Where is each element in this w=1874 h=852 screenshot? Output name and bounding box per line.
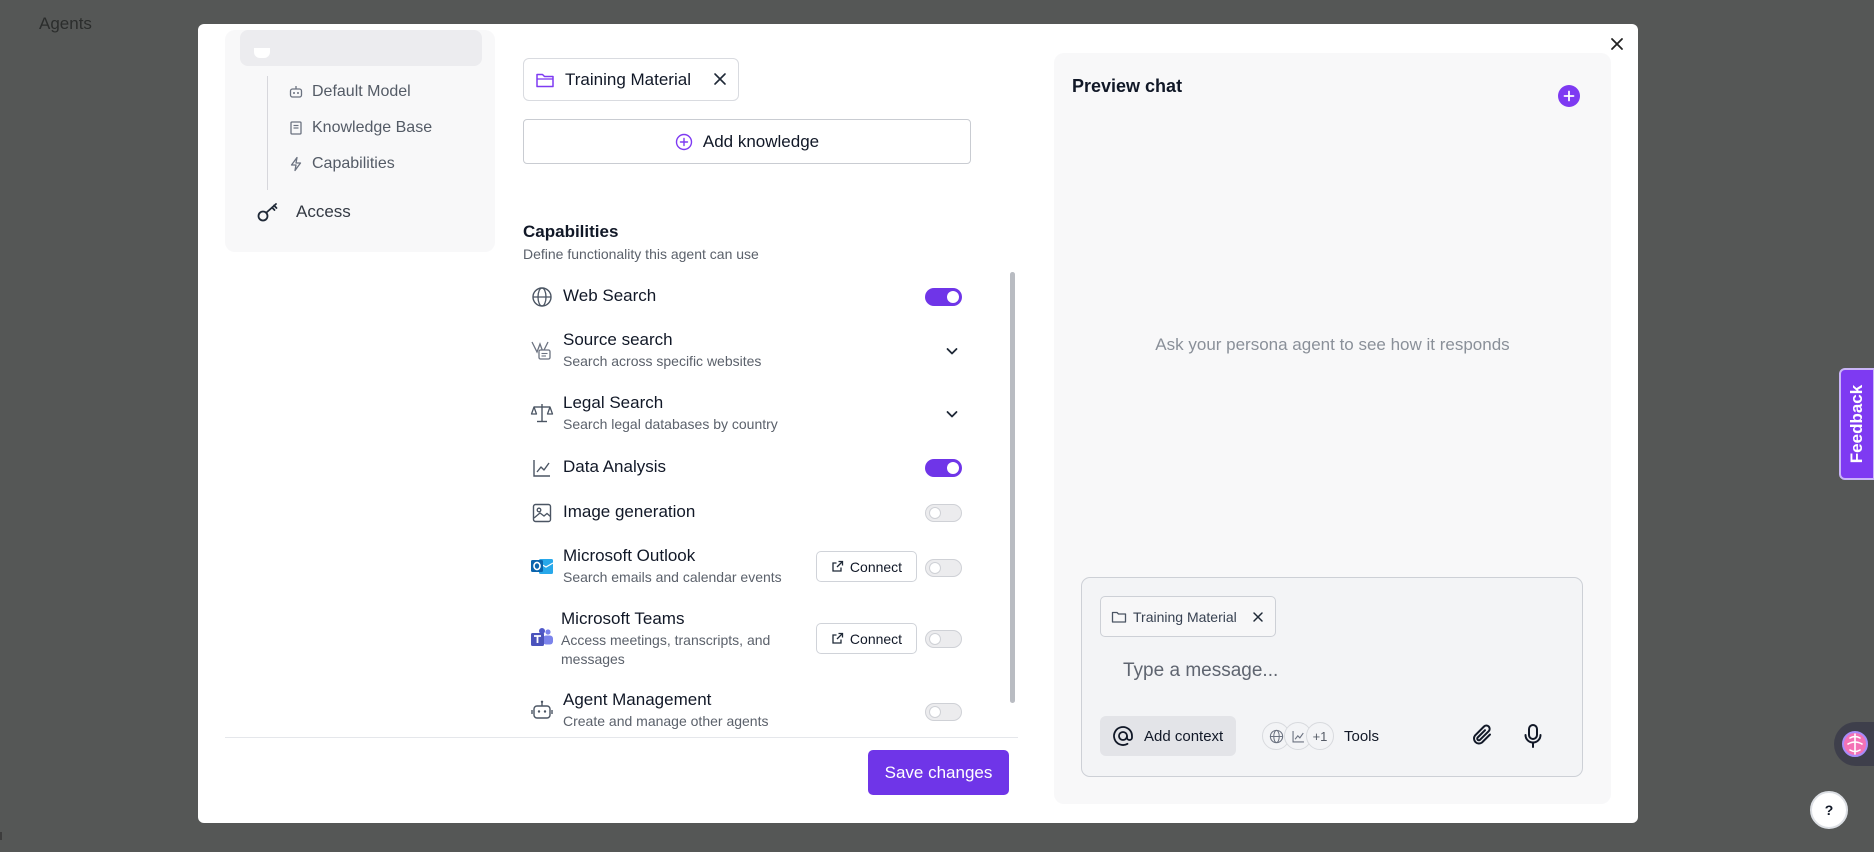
chevron-down-icon[interactable]	[943, 342, 961, 360]
external-link-icon	[832, 560, 844, 572]
context-chip: Training Material	[1100, 596, 1276, 637]
connect-label: Connect	[849, 558, 903, 575]
folder-icon	[536, 73, 554, 87]
message-input[interactable]	[1123, 657, 1543, 685]
book-icon	[290, 121, 302, 135]
nav-item-active[interactable]	[240, 30, 482, 66]
outlook-toggle[interactable]	[925, 559, 962, 577]
web-search-toggle[interactable]	[925, 288, 962, 306]
background-edge-mark	[0, 832, 2, 840]
scales-icon	[530, 401, 554, 425]
tools-extra-count: +1	[1306, 722, 1334, 750]
globe-icon	[530, 285, 554, 309]
knowledge-chip: Training Material	[523, 58, 739, 101]
capability-subtitle: Search legal databases by country	[563, 416, 778, 432]
teams-toggle[interactable]	[925, 630, 962, 648]
capability-microsoft-teams: Microsoft Teams Access meetings, transcr…	[530, 609, 970, 671]
close-icon	[1253, 612, 1263, 622]
at-sign-icon	[1113, 726, 1133, 746]
feedback-label: Feedback	[1847, 384, 1866, 464]
data-analysis-toggle[interactable]	[925, 459, 962, 477]
footer-divider	[225, 737, 1018, 738]
context-chip-label: Training Material	[1133, 608, 1237, 625]
capability-subtitle: Search emails and calendar events	[563, 569, 782, 585]
chart-line-icon	[530, 456, 554, 480]
capability-legal-search: Legal Search Search legal databases by c…	[530, 393, 970, 437]
capability-web-search: Web Search	[530, 284, 970, 310]
remove-context-button[interactable]	[1251, 610, 1265, 627]
capability-image-generation: Image generation	[530, 500, 970, 526]
capability-name: Image generation	[563, 502, 696, 521]
brain-icon	[1842, 731, 1868, 757]
capability-subtitle: Search across specific websites	[563, 353, 762, 369]
nav-sub-rail	[267, 76, 268, 190]
capability-subtitle: Create and manage other agents	[563, 713, 769, 729]
add-knowledge-button[interactable]: Add knowledge	[523, 119, 971, 164]
capabilities-scrollbar-thumb[interactable]	[1010, 272, 1015, 703]
plus-icon	[1563, 90, 1575, 102]
background-page-title: Agents	[39, 14, 92, 33]
capability-microsoft-outlook: Microsoft Outlook Search emails and cale…	[530, 546, 970, 590]
nav-item-knowledge-base[interactable]: Knowledge Base	[288, 117, 432, 139]
capability-agent-management: Agent Management Create and manage other…	[530, 690, 970, 734]
image-generation-toggle[interactable]	[925, 504, 962, 522]
capability-subtitle: Access meetings, transcripts, and messag…	[561, 632, 771, 667]
tools-button[interactable]: +1 Tools	[1262, 722, 1379, 750]
close-modal-button[interactable]	[1606, 33, 1628, 55]
nav-item-label: Knowledge Base	[312, 119, 433, 136]
connect-label: Connect	[849, 630, 903, 647]
add-knowledge-label: Add knowledge	[702, 131, 820, 151]
outlook-connect-button[interactable]: Connect	[816, 551, 917, 582]
remove-knowledge-button[interactable]	[710, 69, 730, 94]
outlook-icon	[530, 554, 554, 578]
add-context-button[interactable]: Add context	[1100, 716, 1236, 756]
new-chat-button[interactable]	[1558, 85, 1580, 107]
nav-item-default-model[interactable]: Default Model	[288, 81, 411, 103]
nav-item-capabilities[interactable]: Capabilities	[288, 153, 395, 175]
nav-item-access[interactable]: Access	[256, 200, 351, 224]
capability-name: Agent Management	[563, 690, 712, 709]
robot-icon	[530, 698, 554, 722]
paperclip-icon[interactable]	[1470, 722, 1496, 750]
chevron-down-icon[interactable]	[943, 405, 961, 423]
tools-label: Tools	[1344, 727, 1380, 745]
agent-management-toggle[interactable]	[925, 703, 962, 721]
capability-name: Source search	[563, 330, 673, 349]
bolt-icon	[290, 156, 302, 172]
add-context-label: Add context	[1144, 727, 1224, 745]
preview-chat-title: Preview chat	[1072, 76, 1183, 96]
plus-circle-icon	[675, 133, 693, 150]
preview-empty-hint: Ask your persona agent to see how it res…	[1155, 335, 1510, 354]
image-icon	[530, 501, 554, 525]
external-link-icon	[832, 632, 844, 644]
close-icon	[714, 73, 726, 85]
capability-name: Microsoft Outlook	[563, 546, 696, 565]
close-icon	[1611, 38, 1623, 50]
nav-item-label: Access	[296, 202, 351, 221]
folder-icon	[1111, 611, 1127, 623]
save-changes-button[interactable]: Save changes	[868, 750, 1009, 795]
knowledge-chip-label: Training Material	[565, 69, 691, 89]
capability-name: Legal Search	[563, 393, 664, 412]
capability-source-search: Source search Search across specific web…	[530, 330, 970, 374]
bot-icon	[289, 86, 303, 98]
teams-icon	[530, 626, 554, 650]
capability-name: Data Analysis	[563, 457, 666, 476]
capabilities-description: Define functionality this agent can use	[523, 246, 759, 262]
nav-item-label: Capabilities	[312, 155, 395, 172]
feedback-tab[interactable]: Feedback	[1839, 368, 1874, 480]
source-search-icon	[530, 338, 554, 362]
help-button[interactable]: ?	[1810, 791, 1848, 829]
key-icon	[257, 203, 278, 222]
teams-connect-button[interactable]: Connect	[816, 623, 917, 654]
capability-name: Microsoft Teams	[561, 609, 685, 628]
assistant-launcher-button[interactable]	[1834, 722, 1874, 766]
capability-name: Web Search	[563, 286, 657, 305]
nav-item-label: Default Model	[312, 83, 411, 100]
capability-data-analysis: Data Analysis	[530, 455, 970, 481]
capabilities-title: Capabilities	[523, 222, 619, 241]
microphone-icon[interactable]	[1521, 722, 1545, 750]
